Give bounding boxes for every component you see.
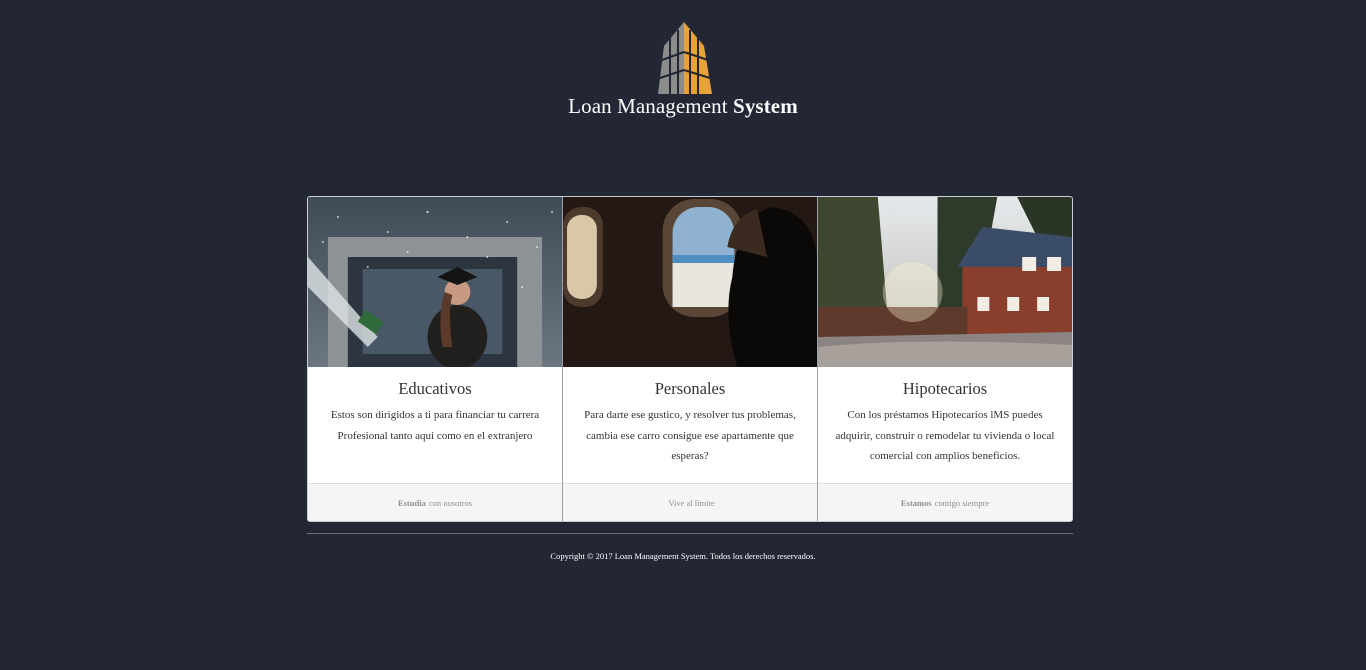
card-footer: Vive al límite — [563, 483, 817, 521]
card-footer-bold: Estamos — [900, 497, 932, 508]
card-footer-bold: Estudia — [397, 497, 426, 508]
card-educativos: Educativos Estos son dirigidos a ti para… — [308, 197, 562, 521]
card-title: Hipotecarios — [902, 379, 988, 398]
card-footer-text: Vive al límite — [668, 497, 715, 508]
card-body: Personales Para darte ese gustico, y res… — [563, 367, 817, 483]
card-description: Con los préstamos Hipotecarios lMS puede… — [835, 409, 1055, 462]
card-footer: Estamos contigo siempre — [818, 483, 1072, 521]
copyright-text: Copyright © 2017 Loan Management System.… — [550, 551, 816, 561]
card-footer-text: contigo siempre — [934, 497, 990, 508]
airplane-window-photo — [563, 197, 817, 367]
building-logo-icon — [658, 22, 712, 94]
card-title: Personales — [654, 379, 726, 398]
header: Loan Management System — [0, 18, 1366, 119]
card-footer: Estudia con nosotros — [308, 483, 562, 521]
loan-cards: Educativos Estos son dirigidos a ti para… — [307, 196, 1073, 522]
card-footer-text: con nosotros — [428, 497, 473, 508]
card-hipotecarios: Hipotecarios Con los préstamos Hipotecar… — [817, 197, 1072, 521]
card-body: Educativos Estos son dirigidos a ti para… — [308, 367, 562, 483]
card-personales: Personales Para darte ese gustico, y res… — [562, 197, 817, 521]
graduation-photo — [308, 197, 562, 367]
card-title: Educativos — [398, 379, 472, 398]
card-description: Estos son dirigidos a ti para financiar … — [330, 409, 540, 442]
brand-title: Loan Management System — [568, 94, 798, 118]
house-photo — [818, 197, 1072, 367]
card-description: Para darte ese gustico, y resolver tus p… — [584, 409, 796, 462]
card-body: Hipotecarios Con los préstamos Hipotecar… — [818, 367, 1072, 483]
footer-divider — [307, 533, 1073, 534]
